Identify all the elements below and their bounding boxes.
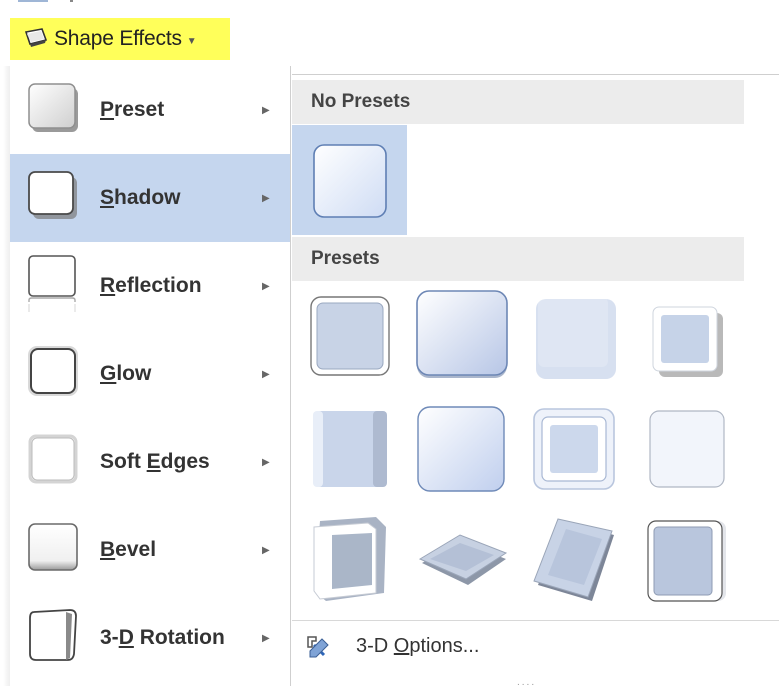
preset-tile[interactable]: [528, 513, 624, 614]
shape-effects-button[interactable]: Shape Effects ▼: [10, 18, 230, 60]
chevron-right-icon: ▶: [262, 544, 270, 556]
menu-item-reflection[interactable]: Reflection ▶: [10, 242, 290, 330]
menu-item-shadow[interactable]: Shadow ▶: [10, 154, 290, 242]
3d-options-icon: [302, 633, 332, 668]
shape-effects-label: Shape Effects: [54, 27, 182, 50]
shadow-submenu: No Presets Presets 3-D Options... ....: [292, 74, 779, 688]
chevron-right-icon: ▶: [262, 104, 270, 116]
preset-tile[interactable]: [413, 403, 509, 502]
3d-rotation-icon: [26, 606, 82, 671]
chevron-right-icon: ▶: [262, 280, 270, 292]
reflection-icon: [26, 254, 82, 319]
preset-tile[interactable]: [305, 291, 395, 386]
menu-item-label: Reflection: [100, 274, 202, 297]
menu-item-label: Soft Edges: [100, 450, 210, 473]
menu-item-3d-rotation[interactable]: 3-D Rotation ▶: [10, 594, 290, 682]
preset-tile[interactable]: [414, 527, 514, 602]
chevron-right-icon: ▶: [262, 192, 270, 204]
menu-item-label: Shadow: [100, 186, 181, 209]
preset-tile[interactable]: [642, 515, 734, 612]
menu-item-label: Preset: [100, 98, 165, 121]
chevron-right-icon: ▶: [262, 368, 270, 380]
3d-options-item[interactable]: 3-D Options... ....: [292, 620, 779, 691]
chevron-down-icon: ▼: [186, 35, 197, 47]
shape-effects-icon: [22, 26, 48, 53]
preset-tile[interactable]: [647, 301, 727, 386]
no-preset-icon: [313, 144, 387, 218]
preset-tile[interactable]: [528, 405, 620, 500]
menu-item-soft-edges[interactable]: Soft Edges ▶: [10, 418, 290, 506]
preset-tile[interactable]: [306, 513, 396, 614]
menu-item-bevel[interactable]: Bevel ▶: [10, 506, 290, 594]
preset-tile[interactable]: [305, 405, 395, 500]
3d-options-label: 3-D Options...: [356, 635, 480, 657]
menu-item-label: Glow: [100, 362, 152, 385]
soft-edges-icon: [26, 432, 82, 493]
glow-icon: [26, 344, 82, 405]
shadow-icon: [26, 168, 82, 229]
menu-item-glow[interactable]: Glow ▶: [10, 330, 290, 418]
ribbon-edge: [18, 0, 48, 2]
menu-item-label: Bevel: [100, 538, 157, 561]
ribbon-edge-dot: [70, 0, 73, 2]
resize-grip[interactable]: ....: [517, 677, 536, 688]
menu-item-label: 3-D Rotation: [100, 626, 225, 649]
section-heading-no-presets: No Presets: [292, 80, 744, 124]
preset-tile[interactable]: [644, 407, 728, 498]
preset-tile[interactable]: [412, 287, 512, 390]
chevron-right-icon: ▶: [262, 456, 270, 468]
section-heading-presets: Presets: [292, 237, 744, 281]
preset-tile[interactable]: [530, 293, 620, 388]
shape-effects-menu: Preset ▶ Shadow ▶ Reflection ▶ Glow ▶ So…: [10, 66, 291, 686]
bevel-icon: [26, 520, 82, 581]
chevron-right-icon: ▶: [262, 632, 270, 644]
menu-item-preset[interactable]: Preset ▶: [10, 66, 290, 154]
no-preset-option[interactable]: [292, 125, 407, 235]
preset-icon: [26, 80, 82, 141]
